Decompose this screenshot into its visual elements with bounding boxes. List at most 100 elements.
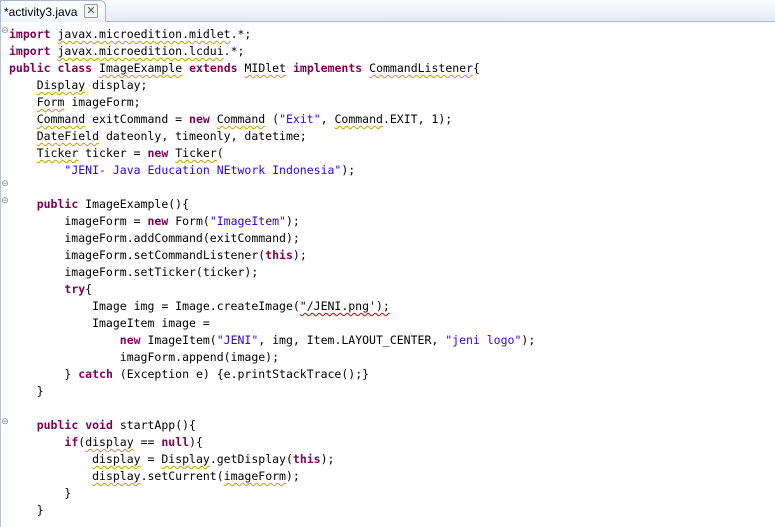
code-keyword: new <box>147 214 169 228</box>
code-keyword: try <box>64 282 86 296</box>
code-keyword: new <box>119 333 141 347</box>
code-line[interactable]: "JENI- Java Education NEtwork Indonesia"… <box>9 162 535 179</box>
code-text-run: exitCommand = <box>85 112 190 126</box>
code-line[interactable]: } <box>9 485 535 502</box>
code-token-warning: display <box>85 435 134 449</box>
code-line[interactable]: Image img = Image.createImage("/JENI.png… <box>9 298 535 315</box>
code-line[interactable]: imageForm.setCommandListener(this); <box>9 247 535 264</box>
code-text-run: imageForm.setCommandListener( <box>9 248 266 262</box>
code-line[interactable]: } catch (Exception e) {e.printStackTrace… <box>9 366 535 383</box>
code-line[interactable]: Form imageForm; <box>9 94 535 111</box>
code-token-warning: ImageExample <box>99 61 183 75</box>
tab-activity3-java[interactable]: *activity3.java ✕ <box>0 0 106 22</box>
code-text-run: } <box>9 486 72 500</box>
code-text-run <box>9 197 37 211</box>
code-token-warning: Ticker <box>36 146 79 160</box>
code-keyword: new <box>189 112 210 126</box>
code-text-run: .EXIT, 1); <box>382 112 453 126</box>
code-text-run: imageForm.setTicker(ticker); <box>9 265 259 279</box>
code-keyword: this <box>292 452 321 466</box>
code-line[interactable]: Ticker ticker = new Ticker( <box>9 145 535 162</box>
code-text-run: (Exception e) {e.printStackTrace();} <box>112 367 370 381</box>
code-token-warning: MIDlet <box>244 61 287 75</box>
code-string: "JENI" <box>216 333 259 347</box>
fold-collapse-icon[interactable]: ⊖ <box>1 196 9 206</box>
code-token-warning: DateField <box>36 129 100 143</box>
code-text-run: ImageExample(){ <box>78 197 190 211</box>
fold-collapse-icon[interactable]: ⊖ <box>1 26 9 36</box>
code-string: "jeni logo" <box>445 333 522 347</box>
code-token-warning: Display <box>36 78 86 92</box>
code-text-run: ( <box>265 112 280 126</box>
code-line[interactable]: imagForm.append(image); <box>9 349 535 366</box>
code-line[interactable]: try{ <box>9 281 535 298</box>
code-text-run: Form( <box>168 214 210 228</box>
code-token-warning: Display <box>161 452 210 466</box>
code-text-run: ImageItem( <box>140 333 217 347</box>
code-text-run: ( <box>216 146 224 160</box>
code-line[interactable]: imageForm.addCommand(exitCommand); <box>9 230 535 247</box>
code-editor[interactable]: ⊖ ⊖ ⊖ ⊖ import javax.microedition.midlet… <box>0 22 775 527</box>
code-line[interactable]: if(display == null){ <box>9 434 535 451</box>
code-text-run <box>9 418 37 432</box>
code-line[interactable]: public class ImageExample extends MIDlet… <box>9 60 535 77</box>
code-text-run <box>210 112 217 126</box>
code-text-run: .*; <box>223 44 245 58</box>
code-text-run: .*; <box>230 27 252 41</box>
code-text-run: imageForm; <box>64 95 141 109</box>
code-text-run: ); <box>341 163 356 177</box>
code-text-run <box>9 146 37 160</box>
editor-tab-bar: *activity3.java ✕ <box>0 0 775 22</box>
code-token-warning: Form <box>36 95 65 109</box>
code-line[interactable] <box>9 179 535 196</box>
code-token-warning: display <box>92 452 141 466</box>
code-line[interactable] <box>9 400 535 417</box>
code-text-run: ); <box>285 214 300 228</box>
code-token-warning: Ticker <box>175 146 217 160</box>
code-keyword: catch <box>78 367 113 381</box>
code-token-warning: Command <box>216 112 266 126</box>
code-line[interactable]: public ImageExample(){ <box>9 196 535 213</box>
code-text-run <box>9 95 37 109</box>
code-keyword: void <box>85 418 113 432</box>
code-keyword: extends <box>189 61 238 75</box>
code-line[interactable]: ImageItem image = <box>9 315 535 332</box>
code-token-warning: display <box>92 469 141 483</box>
code-line[interactable]: public void startApp(){ <box>9 417 535 434</box>
code-keyword: public <box>36 197 79 211</box>
fold-collapse-icon[interactable]: ⊖ <box>1 417 9 427</box>
code-line[interactable]: Display display; <box>9 77 535 94</box>
code-text-run <box>9 78 37 92</box>
fold-collapse-icon[interactable]: ⊖ <box>1 179 9 189</box>
code-text-run: imageForm.addCommand(exitCommand); <box>9 231 300 245</box>
code-line[interactable]: new ImageItem("JENI", img, Item.LAYOUT_C… <box>9 332 535 349</box>
code-line[interactable]: DateField dateonly, timeonly, datetime; <box>9 128 535 145</box>
code-keyword: new <box>147 146 169 160</box>
code-text-run <box>286 61 293 75</box>
code-text-run: , img, Item.LAYOUT_CENTER, <box>258 333 446 347</box>
code-text-run: ); <box>285 469 300 483</box>
code-text-run: startApp(){ <box>112 418 196 432</box>
code-line[interactable]: display.setCurrent(imageForm); <box>9 468 535 485</box>
code-token-warning: javax.microedition.lcdui <box>57 44 224 58</box>
code-line[interactable]: imageForm.setTicker(ticker); <box>9 264 535 281</box>
code-keyword: public <box>9 61 51 75</box>
close-icon[interactable]: ✕ <box>84 4 98 18</box>
code-text-run: ticker = <box>78 146 148 160</box>
code-text-run: Image img = Image.createImage( <box>9 299 300 313</box>
code-text-run <box>9 435 64 449</box>
code-token-warning: imageForm <box>223 469 286 483</box>
code-text[interactable]: import javax.microedition.midlet.*; impor… <box>9 26 535 519</box>
code-keyword: import <box>9 27 51 41</box>
code-line[interactable]: display = Display.getDisplay(this); <box>9 451 535 468</box>
code-line[interactable]: imageForm = new Form("ImageItem"); <box>9 213 535 230</box>
code-text-run <box>9 282 64 296</box>
code-line[interactable]: } <box>9 502 535 519</box>
code-line[interactable]: import javax.microedition.midlet.*; <box>9 26 535 43</box>
code-token-warning: Command <box>36 112 86 126</box>
code-line[interactable]: Command exitCommand = new Command ("Exit… <box>9 111 535 128</box>
code-line[interactable]: import javax.microedition.lcdui.*; <box>9 43 535 60</box>
code-token-error: "/JENI.png'); <box>299 299 390 313</box>
code-line[interactable]: } <box>9 383 535 400</box>
code-keyword: import <box>9 44 51 58</box>
